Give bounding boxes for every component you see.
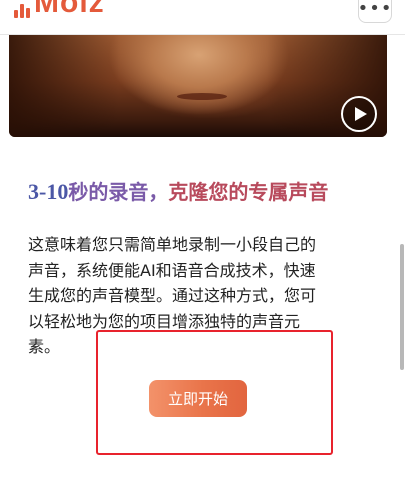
logo-waveform-icon [14, 0, 30, 18]
start-now-button[interactable]: 立即开始 [149, 380, 247, 417]
moiz-logo[interactable]: Moiz [14, 0, 105, 18]
section-heading: 3-10秒的录音，克隆您的专属声音 [28, 178, 328, 206]
heading-part-2: 克隆您的专属声音 [168, 180, 329, 204]
heading-number: 3-10 [28, 179, 69, 204]
more-horizontal-icon: ••• [357, 0, 393, 19]
top-bar: Moiz ••• [0, 0, 405, 35]
description-line: 这意味着您只需简单地录制一小段自己的 [28, 235, 317, 254]
play-icon [354, 107, 367, 121]
description-line: 生成您的声音模型。通过这种方式，您可 [28, 286, 317, 305]
play-button[interactable] [341, 96, 377, 132]
description-line: 声音，系统便能AI和语音合成技术，快速 [28, 260, 316, 280]
heading-part-1: 秒的录音， [68, 180, 169, 204]
logo-text: Moiz [34, 0, 105, 19]
more-menu-button[interactable]: ••• [358, 0, 392, 23]
scrollbar[interactable] [400, 244, 404, 370]
demo-video[interactable] [9, 35, 387, 137]
